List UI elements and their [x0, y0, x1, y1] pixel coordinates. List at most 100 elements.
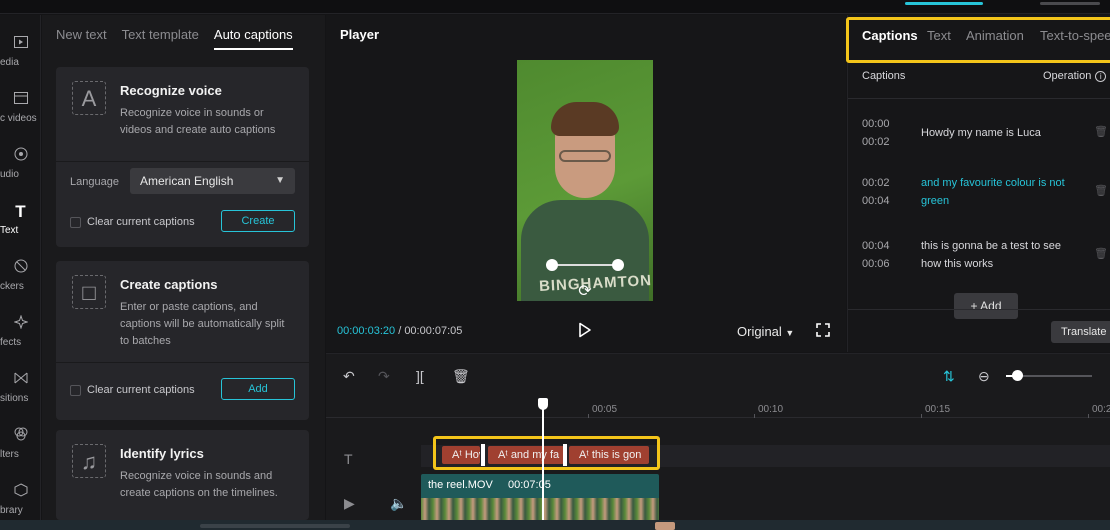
caption-row[interactable]: 00:04 00:06 this is gonna be a test to s…: [848, 237, 1110, 297]
undo-icon[interactable]: ↶: [343, 368, 355, 385]
caption-text[interactable]: Howdy my name is Luca: [921, 124, 1081, 142]
add-caption-button[interactable]: + Add: [954, 293, 1018, 319]
player-title: Player: [340, 27, 380, 42]
caption-timestamps: 00:00 00:02: [862, 115, 890, 151]
card-title: Recognize voice: [120, 83, 222, 98]
caption-end: 00:02: [862, 136, 890, 148]
rail-item-stickers[interactable]: ckers: [0, 259, 41, 309]
rail-item-stock-videos[interactable]: c videos: [0, 91, 41, 141]
text-panel: New text Text template Auto captions A R…: [42, 15, 325, 520]
caption-text[interactable]: this is gonna be a test to see how this …: [921, 237, 1081, 273]
rail-label: edia: [0, 57, 19, 68]
ruler-label: 00:15: [925, 404, 951, 415]
create-button[interactable]: Create: [221, 210, 295, 232]
language-select[interactable]: American English ▼: [130, 168, 295, 194]
video-clip[interactable]: the reel.MOV 00:07:05: [421, 474, 659, 521]
chevron-down-icon: ▼: [785, 328, 795, 338]
tab-text-template[interactable]: Text template: [122, 27, 199, 50]
rail-item-transitions[interactable]: sitions: [0, 371, 41, 421]
ruler-tick: [1088, 414, 1089, 418]
tab-new-text[interactable]: New text: [56, 27, 107, 50]
card-description: Enter or paste captions, and captions wi…: [120, 301, 285, 347]
caption-end: 00:06: [862, 258, 890, 270]
highlight-box: [846, 17, 1110, 63]
redo-icon[interactable]: ↷: [378, 368, 390, 385]
music-note-icon: ♫: [72, 444, 106, 478]
video-clip-duration: 00:07:05: [508, 479, 551, 491]
divider: [848, 309, 1110, 310]
operation-text: Operation: [1043, 70, 1092, 82]
player-panel: Player BINGHAMTON ⟳ 00:00:03:20 / 00:00:…: [326, 15, 846, 352]
trash-icon[interactable]: 🗑: [1094, 125, 1108, 138]
total-time: 00:00:07:05: [404, 325, 463, 337]
fullscreen-icon[interactable]: [816, 323, 830, 337]
effects-icon: [12, 314, 30, 333]
rail-label: brary: [0, 505, 23, 516]
text-tabs: New text Text template Auto captions: [56, 27, 293, 50]
checkbox-label: Clear current captions: [87, 384, 195, 396]
divider: [848, 98, 1110, 99]
rail-label: Text: [0, 225, 19, 236]
resize-line: [552, 264, 618, 266]
caption-start: 00:00: [862, 118, 890, 130]
timeline-ruler[interactable]: 00:05 00:10 00:15 00:2: [326, 398, 1110, 418]
translate-button[interactable]: Translate: [1051, 321, 1110, 343]
clear-captions-checkbox[interactable]: [70, 217, 81, 228]
caption-start: 00:04: [862, 240, 890, 252]
info-icon: i: [1095, 71, 1107, 82]
video-thumbnails: [421, 498, 659, 521]
trash-icon[interactable]: 🗑: [1094, 184, 1108, 197]
rail-item-filters[interactable]: lters: [0, 427, 41, 477]
caption-timestamps: 00:02 00:04: [862, 174, 890, 210]
clear-captions-checkbox[interactable]: [70, 385, 81, 396]
rail-label: fects: [0, 337, 22, 348]
tab-auto-captions[interactable]: Auto captions: [213, 27, 293, 50]
playhead[interactable]: [542, 400, 544, 521]
caption-row[interactable]: 00:02 00:04 and my favourite colour is n…: [848, 174, 1110, 234]
split-icon[interactable]: ][: [416, 368, 424, 384]
ruler-tick: [921, 414, 922, 418]
caption-text[interactable]: and my favourite colour is not green: [921, 174, 1081, 210]
trash-icon[interactable]: 🗑: [1094, 247, 1108, 260]
ratio-select[interactable]: Original ▼: [737, 324, 794, 339]
zoom-out-icon[interactable]: ⊖: [978, 368, 990, 385]
operation-label[interactable]: Operation i: [1043, 70, 1107, 82]
highlight-box: [433, 436, 660, 470]
create-captions-icon: □: [72, 275, 106, 309]
resize-handle-right[interactable]: [612, 259, 624, 271]
recognize-voice-card: A Recognize voice Recognize voice in sou…: [56, 67, 309, 247]
play-icon[interactable]: [578, 322, 594, 338]
speaker-icon[interactable]: 🔈: [390, 495, 407, 512]
ruler-label: 00:2: [1092, 404, 1110, 415]
add-captions-button[interactable]: Add: [221, 378, 295, 400]
library-icon: [12, 483, 30, 501]
captions-tabs: Captions Text Animation Text-to-spee: [846, 17, 1110, 63]
delete-icon[interactable]: 🗑: [452, 368, 470, 385]
media-icon: [12, 35, 30, 53]
taskbar-search[interactable]: [200, 524, 350, 528]
timecode: 00:00:03:20 / 00:00:07:05: [337, 325, 462, 337]
rail-label: sitions: [0, 393, 29, 404]
rail-label: udio: [0, 169, 19, 180]
taskbar-app-icon[interactable]: [655, 522, 675, 530]
card-description: Recognize voice in sounds or videos and …: [120, 107, 276, 136]
language-label: Language: [70, 176, 119, 188]
snap-icon[interactable]: ⇅: [943, 368, 955, 385]
video-preview[interactable]: BINGHAMTON ⟳: [517, 60, 653, 301]
video-subject-glasses: [559, 150, 611, 162]
audio-icon: [12, 147, 30, 165]
resize-handle-left[interactable]: [546, 259, 558, 271]
video-clip-name: the reel.MOV: [428, 479, 493, 491]
rail-item-text[interactable]: T Text: [0, 203, 41, 253]
rail-item-media[interactable]: edia: [0, 35, 41, 85]
rail-label: lters: [0, 449, 19, 460]
rail-item-audio[interactable]: udio: [0, 147, 41, 197]
rotate-icon[interactable]: ⟳: [575, 282, 595, 301]
rail-label: c videos: [0, 113, 37, 124]
text-icon: T: [15, 202, 26, 221]
caption-row[interactable]: 00:00 00:02 Howdy my name is Luca 🗑: [848, 115, 1110, 175]
rail-item-effects[interactable]: fects: [0, 314, 41, 365]
zoom-slider-knob[interactable]: [1012, 370, 1023, 381]
divider: [56, 161, 309, 162]
video-subject-hair: [551, 102, 619, 136]
